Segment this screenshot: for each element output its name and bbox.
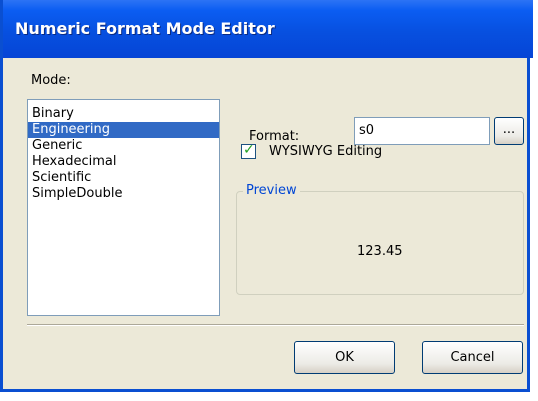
window-title: Numeric Format Mode Editor: [15, 19, 275, 38]
title-bar[interactable]: Numeric Format Mode Editor: [3, 0, 533, 58]
list-item-hexadecimal[interactable]: Hexadecimal: [28, 154, 219, 170]
list-item-scientific[interactable]: Scientific: [28, 170, 219, 186]
separator: [27, 324, 524, 326]
list-item-binary[interactable]: Binary: [28, 106, 219, 122]
mode-listbox[interactable]: Binary Engineering Generic Hexadecimal S…: [27, 99, 220, 316]
list-item-generic[interactable]: Generic: [28, 138, 219, 154]
wysiwyg-label[interactable]: WYSIWYG Editing: [269, 144, 382, 159]
ok-button[interactable]: OK: [294, 341, 395, 374]
mode-label: Mode:: [31, 73, 71, 88]
dialog-window: Numeric Format Mode Editor Mode: Binary …: [0, 0, 533, 392]
preview-value: 123.45: [357, 244, 403, 259]
wysiwyg-checkbox[interactable]: ✓: [241, 142, 256, 159]
preview-legend: Preview: [243, 183, 300, 198]
list-item-engineering[interactable]: Engineering: [28, 122, 219, 138]
check-icon: ✓: [243, 142, 255, 158]
preview-group: [236, 191, 524, 295]
format-input[interactable]: s0: [354, 117, 490, 145]
format-label: Format:: [249, 129, 300, 144]
list-item-simpledouble[interactable]: SimpleDouble: [28, 186, 219, 202]
cancel-button[interactable]: Cancel: [422, 341, 523, 374]
browse-button[interactable]: ...: [494, 117, 524, 145]
